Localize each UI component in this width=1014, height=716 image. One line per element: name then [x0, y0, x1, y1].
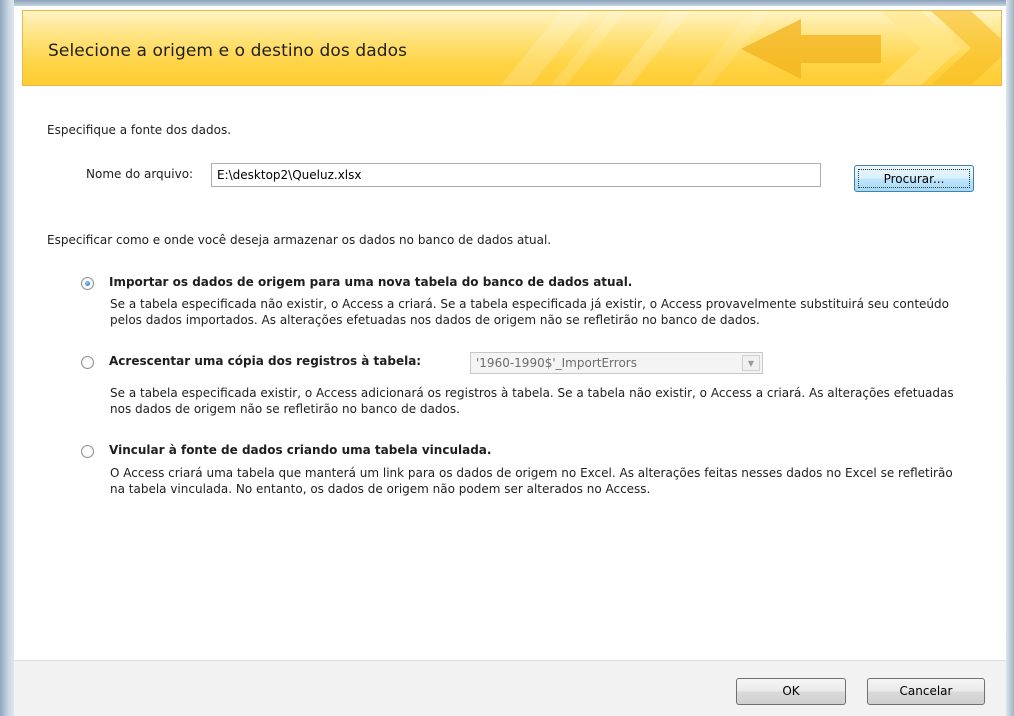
import-dialog: Selecione a origem e o destino dos dados… [14, 6, 1006, 716]
file-name-input[interactable] [211, 163, 821, 187]
append-table-select[interactable]: '1960-1990$'_ImportErrors ▼ [470, 352, 763, 374]
dialog-title: Selecione a origem e o destino dos dados [48, 41, 408, 61]
window-left-frame [0, 0, 14, 716]
browse-button[interactable]: Procurar... [854, 165, 974, 192]
banner-arrows-graphic [501, 11, 1001, 85]
browse-button-label: Procurar... [858, 169, 970, 188]
ok-button[interactable]: OK [736, 678, 846, 705]
dialog-footer [14, 661, 1006, 716]
import-new-table-radio[interactable] [81, 277, 94, 290]
append-records-description: Se a tabela especificada existir, o Acce… [110, 386, 954, 416]
source-prompt: Especifique a fonte dos dados. [47, 123, 232, 137]
window-right-frame [1006, 0, 1014, 716]
storage-prompt: Especificar como e onde você deseja arma… [47, 233, 552, 247]
chevron-down-icon[interactable]: ▼ [742, 355, 760, 371]
append-records-title[interactable]: Acrescentar uma cópia dos registros à ta… [109, 354, 421, 368]
import-new-table-description: Se a tabela especificada não existir, o … [110, 297, 949, 327]
header-banner: Selecione a origem e o destino dos dados [22, 10, 1002, 86]
link-table-description: O Access criará uma tabela que manterá u… [110, 466, 953, 496]
file-name-label-text: Nome do arquivo: [86, 167, 194, 181]
import-new-table-title[interactable]: Importar os dados de origem para uma nov… [109, 275, 632, 289]
link-table-title[interactable]: Vincular à fonte de dados criando uma ta… [109, 443, 491, 457]
cancel-button[interactable]: Cancelar [867, 678, 985, 705]
link-table-radio[interactable] [81, 445, 94, 458]
append-records-radio[interactable] [81, 356, 94, 369]
file-name-label: Nome do arquivo: [86, 167, 193, 181]
append-table-select-value: '1960-1990$'_ImportErrors [476, 356, 637, 370]
